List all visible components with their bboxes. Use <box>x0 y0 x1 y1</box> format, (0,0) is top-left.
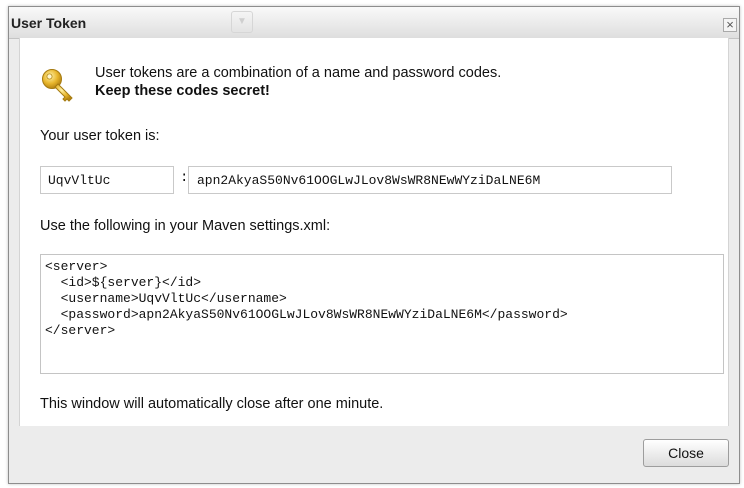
xml-line: <id>${server}</id> <box>45 275 202 290</box>
token-label: Your user token is: <box>40 128 160 144</box>
maven-settings-textarea[interactable]: <server> <id>${server}</id> <username>Uq… <box>40 254 724 374</box>
token-name-field[interactable]: UqvVltUc <box>40 166 174 194</box>
xml-line: <username>UqvVltUc</username> <box>45 291 287 306</box>
close-button[interactable]: Close <box>643 439 729 467</box>
xml-line: </server> <box>45 323 116 338</box>
maven-label: Use the following in your Maven settings… <box>40 218 331 234</box>
key-icon <box>42 69 73 102</box>
intro-warning: Keep these codes secret! <box>95 83 270 99</box>
chevron-down-icon: ▼ <box>231 11 253 33</box>
dialog-title: User Token <box>11 15 87 31</box>
xml-line: <server> <box>45 259 108 274</box>
dialog-titlebar[interactable]: User Token ▼ × <box>9 7 739 39</box>
user-token-dialog: User Token ▼ × User tokens are a combina… <box>8 6 740 484</box>
auto-close-notice: This window will automatically close aft… <box>40 396 384 412</box>
intro-line: User tokens are a combination of a name … <box>95 65 502 81</box>
close-icon[interactable]: × <box>723 18 737 32</box>
xml-line: <password>apn2AkyaS50Nv61OOGLwJLov8WsWR8… <box>45 307 568 322</box>
dialog-footer: Close <box>9 426 739 483</box>
token-password-field[interactable]: apn2AkyaS50Nv61OOGLwJLov8WsWR8NEwWYziDaL… <box>188 166 672 194</box>
intro-text: User tokens are a combination of a name … <box>95 64 501 100</box>
dialog-content: User tokens are a combination of a name … <box>19 38 729 427</box>
